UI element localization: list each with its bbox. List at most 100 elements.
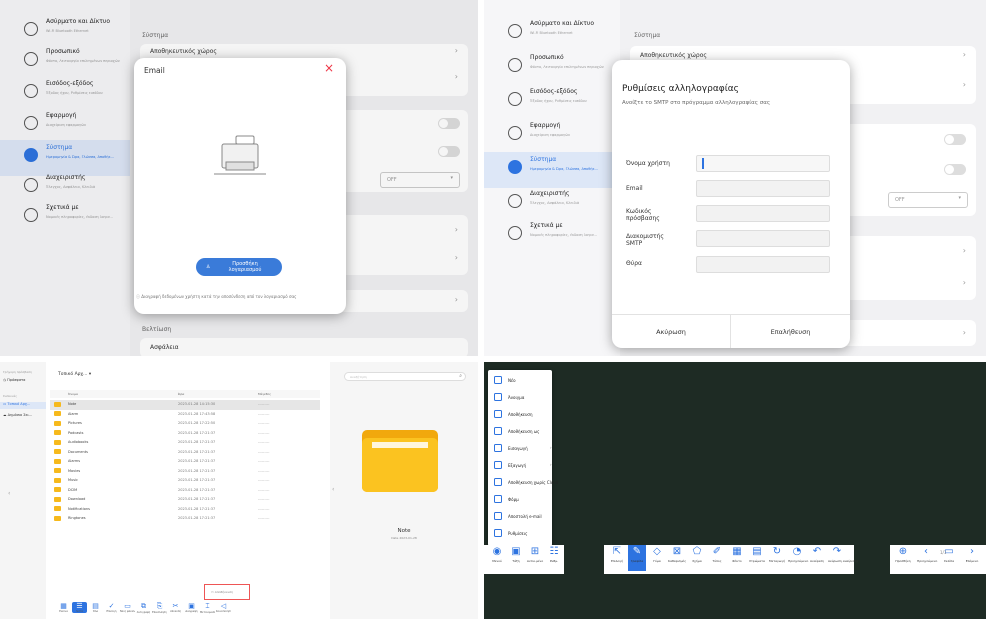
menu-item[interactable]: Εξαγωγή ›: [494, 459, 574, 474]
table-row[interactable]: Ringtones 2023-01-28 17:21:37 ---------: [50, 514, 320, 524]
user-icon: [508, 194, 522, 208]
file-date: 2023-01-28 17:21:37: [178, 478, 216, 482]
search-input[interactable]: Αναζήτηση ⌕: [344, 372, 466, 381]
toolbar-button-10[interactable]: ◁ Κοινοποίηση: [216, 602, 231, 613]
tool-mid_tools-8[interactable]: ↻ Μεταγωγή: [768, 545, 786, 571]
breadcrumb[interactable]: Τοπικό Αρχ... ▾: [58, 372, 91, 377]
toolbar-label: Αντιγραφή: [136, 611, 151, 614]
toolbar-button-1[interactable]: ☰ Λίστα: [72, 602, 87, 613]
toolbar-icon: ⌶: [205, 602, 210, 610]
tool-left_tools-1[interactable]: ▣ Τάξη: [507, 545, 525, 571]
menu-item[interactable]: Νέο: [494, 374, 574, 389]
menu-item[interactable]: Φόρμ: [494, 493, 574, 508]
toggle-switch[interactable]: [944, 164, 966, 175]
toolbar-button-2[interactable]: ▤ Όλα: [88, 602, 103, 613]
collapse-arrow-icon[interactable]: ‹: [8, 490, 10, 497]
expand-arrow-icon[interactable]: ‹: [332, 486, 334, 493]
toolbar-label: Μετονομασία: [200, 611, 215, 614]
menu-item[interactable]: Ρυθμίσεις: [494, 527, 574, 542]
menu-item[interactable]: Άνοιγμα: [494, 391, 574, 406]
username-field[interactable]: [696, 155, 830, 172]
table-row[interactable]: Download 2023-01-28 17:21:37 ---------: [50, 495, 320, 505]
location-cloud[interactable]: ☁ Δημόσιο Σκι...: [3, 413, 32, 417]
verify-button[interactable]: Επαλήθευση: [731, 328, 850, 336]
recent-item[interactable]: ◷ Πρόσφατα: [3, 378, 25, 382]
sidebar-item[interactable]: Εισόδος-εξόδος Έξοδος ήχου, Ρυθμίσεις εισ…: [484, 84, 620, 120]
toolbar-button-0[interactable]: ▦ Εικόνα: [56, 602, 71, 613]
table-row[interactable]: Music 2023-01-28 17:21:37 ---------: [50, 476, 320, 486]
file-name: Alarm: [68, 411, 79, 416]
folder-icon: [54, 458, 61, 464]
tool-right_tools-1[interactable]: ‹ Προηγούμενο: [917, 545, 937, 571]
folder-icon: [54, 496, 61, 502]
sidebar-item-title: Προσωπικό: [530, 54, 564, 61]
toggle-switch[interactable]: [944, 134, 966, 145]
tool-right_tools-0[interactable]: ⊕ Προσθήκη: [894, 545, 912, 571]
sidebar-item[interactable]: Σύστημα Ημερομηνία & Ώρα, Γλώσσα, Αποθήκ.…: [484, 152, 620, 188]
toolbar-button-8[interactable]: ▣ Διαγραφή: [184, 602, 199, 613]
table-row[interactable]: Movies 2023-01-28 17:21:37 ---------: [50, 467, 320, 477]
tool-right_tools-3[interactable]: › Επόμενο: [963, 545, 981, 571]
menu-item[interactable]: Αποθήκευση ως: [494, 425, 574, 440]
toolbar-right: ⊕ Προσθήκη ‹ Προηγούμενο ▭ Σελίδα › Επόμενο: [890, 545, 986, 574]
menu-item[interactable]: Εισαγωγή ›: [494, 442, 574, 457]
sidebar-item[interactable]: Ασύρματο και Δίκτυο Wi-Fi Bluetooth Ether…: [484, 16, 620, 52]
sidebar-item[interactable]: Σχετικά με Νομικές πληροφορίες, έκδοση λο…: [484, 218, 620, 254]
table-row[interactable]: Alarm 2023-01-28 17:43:58 ---------: [50, 410, 320, 420]
file-date: 2023-01-28 17:43:58: [178, 411, 216, 416]
toolbar-label: Εικόνα: [59, 610, 68, 613]
menu-item-label: Αποστολή e-mail: [508, 514, 542, 519]
tool-left_tools-2[interactable]: ⊞ Αντικ.μένο: [526, 545, 544, 571]
tool-left_tools-3[interactable]: ☷ Ρυθμ.: [545, 545, 563, 571]
toolbar-button-5[interactable]: ⧉ Αντιγραφή: [136, 602, 151, 614]
sidebar-item[interactable]: Προσωπικό Φόντο, Λειτουργία επιλεγμένων π…: [484, 50, 620, 86]
tool-left_tools-0[interactable]: ◉ Μενού: [488, 545, 506, 571]
password-field[interactable]: [696, 205, 830, 222]
menu-item[interactable]: Αποστολή e-mail: [494, 510, 574, 525]
menu-item[interactable]: Αποθήκευση: [494, 408, 574, 423]
toolbar-button-9[interactable]: ⌶Μετονομασία: [200, 602, 215, 614]
option-select[interactable]: OFF ▾: [888, 192, 968, 208]
toolbar-button-3[interactable]: ✓ Επιλογή: [104, 602, 119, 613]
table-row[interactable]: Podcasts 2023-01-28 17:21:37 ---------: [50, 429, 320, 439]
tool-mid_tools-5[interactable]: ✐ Τύπος: [708, 545, 726, 571]
add-account-button[interactable]: ♙ Προσθήκη λογαριασμού: [196, 258, 282, 276]
toolbar-button-7[interactable]: ✂ Αποκοπή: [168, 602, 183, 613]
port-field[interactable]: [696, 256, 830, 273]
tool-mid_tools-9[interactable]: ◔ Προηγούμενο: [788, 545, 808, 571]
table-row[interactable]: Note 2023-01-28 14:15:30 ---------: [50, 400, 320, 410]
tool-mid_tools-1[interactable]: ✎ Γραφίδα: [628, 545, 646, 571]
table-row[interactable]: Alarms 2023-01-28 17:21:37 ---------: [50, 457, 320, 467]
menu-item-label: Φόρμ: [508, 497, 519, 502]
tool-mid_tools-3[interactable]: ⊠ Καθαρισμός: [668, 545, 686, 571]
toolbar-button-4[interactable]: ▭Νέος φάκελος: [120, 602, 135, 613]
tool-mid_tools-10[interactable]: ↶ Αναίρεση: [808, 545, 826, 571]
sidebar-item-subtitle: Νομικές πληροφορίες, έκδοση λογισ...: [530, 233, 597, 237]
save-popup[interactable]: ▭ Αποθήκευση: [204, 584, 250, 600]
menu-item-icon: [494, 444, 502, 452]
cancel-button[interactable]: Ακύρωση: [612, 328, 730, 336]
email-field[interactable]: [696, 180, 830, 197]
chevron-right-icon: ›: [962, 328, 966, 337]
table-row[interactable]: DCIM 2023-01-28 17:21:37 ---------: [50, 486, 320, 496]
storage-row[interactable]: Αποθηκευτικός χώρος: [640, 52, 707, 59]
tool-mid_tools-2[interactable]: ◇ Γόμα: [648, 545, 666, 571]
table-row[interactable]: Documents 2023-01-28 17:21:37 ---------: [50, 448, 320, 458]
menu-item[interactable]: Αποθήκευση χωρίς Cloud: [494, 476, 574, 491]
file-size: ---------: [258, 459, 270, 463]
table-row[interactable]: Audiobooks 2023-01-28 17:21:37 ---------: [50, 438, 320, 448]
toolbar-button-6[interactable]: ⎘ Επικόλληση: [152, 602, 167, 614]
table-row[interactable]: Notifications 2023-01-28 17:21:37 --------…: [50, 505, 320, 515]
tool-mid_tools-0[interactable]: ⇱ Επιλογή: [608, 545, 626, 571]
tool-mid_tools-4[interactable]: ⬠ Σχήμα: [688, 545, 706, 571]
tool-mid_tools-11[interactable]: ↷ Ακύρωση αναίρεσης: [828, 545, 858, 571]
smtp-server-field[interactable]: [696, 230, 830, 247]
tool-right_tools-2[interactable]: ▭ Σελίδα: [940, 545, 958, 571]
sidebar-item[interactable]: Εφαρμογή Διαχείριση εφαρμογών: [484, 118, 620, 154]
sidebar-item[interactable]: Διαχειριστής Έλεγχος, Ασφάλεια, Κλειδιά: [484, 186, 620, 222]
tool-mid_tools-7[interactable]: ▤ Στρώματα: [748, 545, 766, 571]
tool-mid_tools-6[interactable]: ▦ Φόντο: [728, 545, 746, 571]
table-row[interactable]: Pictures 2023-01-28 17:22:50 ---------: [50, 419, 320, 429]
close-icon[interactable]: ×: [324, 61, 334, 75]
location-local[interactable]: ▭ Τοπικό Αρχ...: [0, 402, 46, 409]
